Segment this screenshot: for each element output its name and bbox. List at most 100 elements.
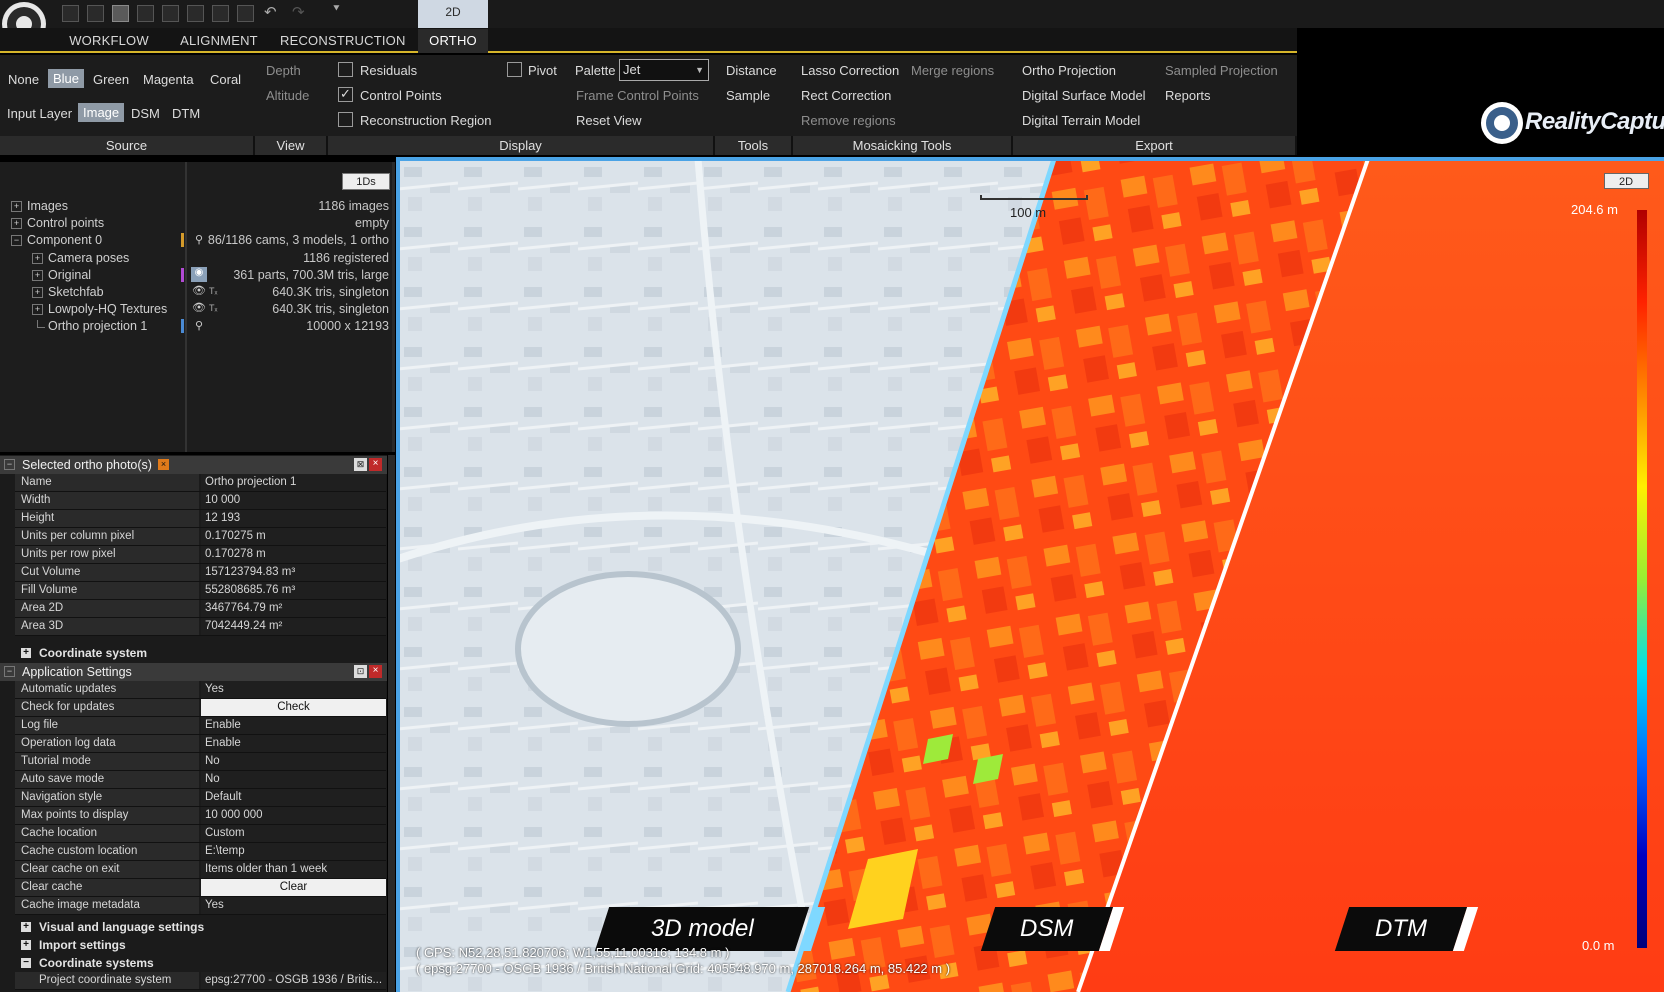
setting-row[interactable]: Check for updates Check bbox=[15, 699, 386, 717]
property-value[interactable]: 12 193 bbox=[201, 510, 386, 527]
collapse-icon[interactable]: − bbox=[11, 235, 22, 246]
altitude-button[interactable]: Altitude bbox=[266, 88, 309, 103]
ortho-property-row[interactable]: Name Ortho projection 1 bbox=[15, 474, 386, 492]
tree-item-lowpoly[interactable]: Lowpoly-HQ Textures bbox=[48, 302, 167, 316]
close-icon[interactable]: × bbox=[369, 458, 382, 471]
setting-row[interactable]: Max points to display 10 000 000 bbox=[15, 807, 386, 825]
ortho-property-row[interactable]: Units per column pixel 0.170275 m bbox=[15, 528, 386, 546]
expand-icon[interactable]: + bbox=[21, 648, 31, 658]
expand-icon[interactable]: + bbox=[11, 201, 22, 212]
setting-row[interactable]: Clear cache Clear bbox=[15, 879, 386, 897]
collapse-icon[interactable]: − bbox=[21, 958, 31, 968]
ortho-property-row[interactable]: Fill Volume 552808685.76 m³ bbox=[15, 582, 386, 600]
property-action-button[interactable]: Check bbox=[201, 699, 386, 716]
viewport-2d-button[interactable]: 2D bbox=[1604, 173, 1649, 189]
layout-5-icon[interactable] bbox=[162, 5, 179, 22]
expand-icon[interactable]: + bbox=[21, 922, 31, 932]
collapse-icon[interactable]: − bbox=[4, 666, 15, 677]
property-value[interactable]: Yes bbox=[201, 897, 386, 914]
ortho-property-row[interactable]: Cut Volume 157123794.83 m³ bbox=[15, 564, 386, 582]
control-points-checkbox[interactable] bbox=[338, 86, 353, 102]
tree-item-sketchfab[interactable]: Sketchfab bbox=[48, 285, 104, 299]
setting-row[interactable]: Cache image metadata Yes bbox=[15, 897, 386, 915]
setting-row[interactable]: Auto save mode No bbox=[15, 771, 386, 789]
float-panel-icon[interactable]: ⊠ bbox=[354, 458, 367, 471]
setting-row[interactable]: Log file Enable bbox=[15, 717, 386, 735]
expand-icon[interactable]: + bbox=[32, 287, 43, 298]
expand-icon[interactable]: + bbox=[11, 218, 22, 229]
ortho-property-row[interactable]: Area 3D 7042449.24 m² bbox=[15, 618, 386, 636]
property-value[interactable]: Enable bbox=[201, 735, 386, 752]
property-value[interactable]: E:\temp bbox=[201, 843, 386, 860]
property-value[interactable]: epsg:27700 - OSGB 1936 / Britis... bbox=[201, 972, 386, 989]
expand-icon[interactable]: + bbox=[32, 304, 43, 315]
property-value[interactable]: 7042449.24 m² bbox=[201, 618, 386, 635]
layout-6-icon[interactable] bbox=[187, 5, 204, 22]
view-2d-tab[interactable]: 2D bbox=[418, 0, 488, 28]
property-value[interactable]: Default bbox=[201, 789, 386, 806]
tree-item-ortho-projection[interactable]: Ortho projection 1 bbox=[48, 319, 147, 333]
setting-row[interactable]: Operation log data Enable bbox=[15, 735, 386, 753]
property-value[interactable]: 3467764.79 m² bbox=[201, 600, 386, 617]
tree-item-control-points[interactable]: Control points bbox=[27, 216, 104, 230]
property-action-button[interactable]: Clear bbox=[201, 879, 386, 896]
expand-icon[interactable]: + bbox=[32, 253, 43, 264]
reconstruction-region-checkbox[interactable] bbox=[338, 112, 353, 127]
property-value[interactable]: No bbox=[201, 771, 386, 788]
property-value[interactable]: 0.170275 m bbox=[201, 528, 386, 545]
selected-ortho-header[interactable]: Selected ortho photo(s) bbox=[0, 456, 387, 474]
layer-dsm-button[interactable]: DSM bbox=[131, 106, 160, 121]
ortho-property-row[interactable]: Width 10 000 bbox=[15, 492, 386, 510]
digital-terrain-model-button[interactable]: Digital Terrain Model bbox=[1022, 113, 1140, 128]
reports-button[interactable]: Reports bbox=[1165, 88, 1211, 103]
layout-1-icon[interactable] bbox=[62, 5, 79, 22]
layer-dtm-button[interactable]: DTM bbox=[172, 106, 200, 121]
tab-workflow[interactable]: WORKFLOW bbox=[64, 29, 154, 53]
redo-icon[interactable]: ↷ bbox=[292, 3, 305, 21]
color-magenta-button[interactable]: Magenta bbox=[143, 72, 194, 87]
tab-reconstruction[interactable]: RECONSTRUCTION bbox=[280, 29, 405, 53]
property-value[interactable]: 0.170278 m bbox=[201, 546, 386, 563]
setting-row[interactable]: Navigation style Default bbox=[15, 789, 386, 807]
property-value[interactable]: Ortho projection 1 bbox=[201, 474, 386, 491]
palette-select[interactable]: Jet ▼ bbox=[619, 59, 709, 81]
property-value[interactable]: 552808685.76 m³ bbox=[201, 582, 386, 599]
setting-row[interactable]: Clear cache on exit Items older than 1 we… bbox=[15, 861, 386, 879]
property-value[interactable]: Yes bbox=[201, 681, 386, 698]
undo-icon[interactable]: ↶ bbox=[264, 3, 277, 21]
close-small-icon[interactable]: × bbox=[158, 459, 169, 470]
setting-row[interactable]: Cache location Custom bbox=[15, 825, 386, 843]
property-value[interactable]: No bbox=[201, 753, 386, 770]
expand-icon[interactable]: + bbox=[32, 270, 43, 281]
frame-control-points-button[interactable]: Frame Control Points bbox=[576, 88, 699, 103]
color-coral-button[interactable]: Coral bbox=[210, 72, 241, 87]
tree-item-component[interactable]: Component 0 bbox=[27, 233, 102, 247]
ortho-projection-button[interactable]: Ortho Projection bbox=[1022, 63, 1116, 78]
visual-language-section[interactable]: + Visual and language settings bbox=[15, 918, 386, 936]
pivot-checkbox[interactable] bbox=[507, 62, 522, 77]
tree-item-original[interactable]: Original bbox=[48, 268, 91, 282]
property-value[interactable]: 10 000 000 bbox=[201, 807, 386, 824]
digital-surface-model-button[interactable]: Digital Surface Model bbox=[1022, 88, 1146, 103]
ortho-property-row[interactable]: Height 12 193 bbox=[15, 510, 386, 528]
setting-row[interactable]: Cache custom location E:\temp bbox=[15, 843, 386, 861]
close-icon[interactable]: × bbox=[369, 665, 382, 678]
import-settings-section[interactable]: + Import settings bbox=[15, 936, 386, 954]
layout-7-icon[interactable] bbox=[212, 5, 229, 22]
tab-alignment[interactable]: ALIGNMENT bbox=[174, 29, 264, 53]
eye-icon[interactable]: 👁 bbox=[192, 301, 206, 314]
residuals-checkbox[interactable] bbox=[338, 62, 353, 77]
layout-8-icon[interactable] bbox=[237, 5, 254, 22]
layout-3-icon[interactable] bbox=[112, 5, 129, 22]
rect-correction-button[interactable]: Rect Correction bbox=[801, 88, 891, 103]
property-value[interactable]: Items older than 1 week bbox=[201, 861, 386, 878]
properties-scrollbar[interactable] bbox=[388, 455, 395, 992]
setting-row[interactable]: Automatic updates Yes bbox=[15, 681, 386, 699]
eye-icon[interactable]: ◉ bbox=[191, 267, 207, 282]
merge-regions-button[interactable]: Merge regions bbox=[911, 63, 994, 78]
layout-4-icon[interactable] bbox=[137, 5, 154, 22]
sampled-projection-button[interactable]: Sampled Projection bbox=[1165, 63, 1278, 78]
tree-item-images[interactable]: Images bbox=[27, 199, 68, 213]
quick-access-menu-icon[interactable]: ⯆ bbox=[332, 3, 341, 16]
property-value[interactable]: 10 000 bbox=[201, 492, 386, 509]
